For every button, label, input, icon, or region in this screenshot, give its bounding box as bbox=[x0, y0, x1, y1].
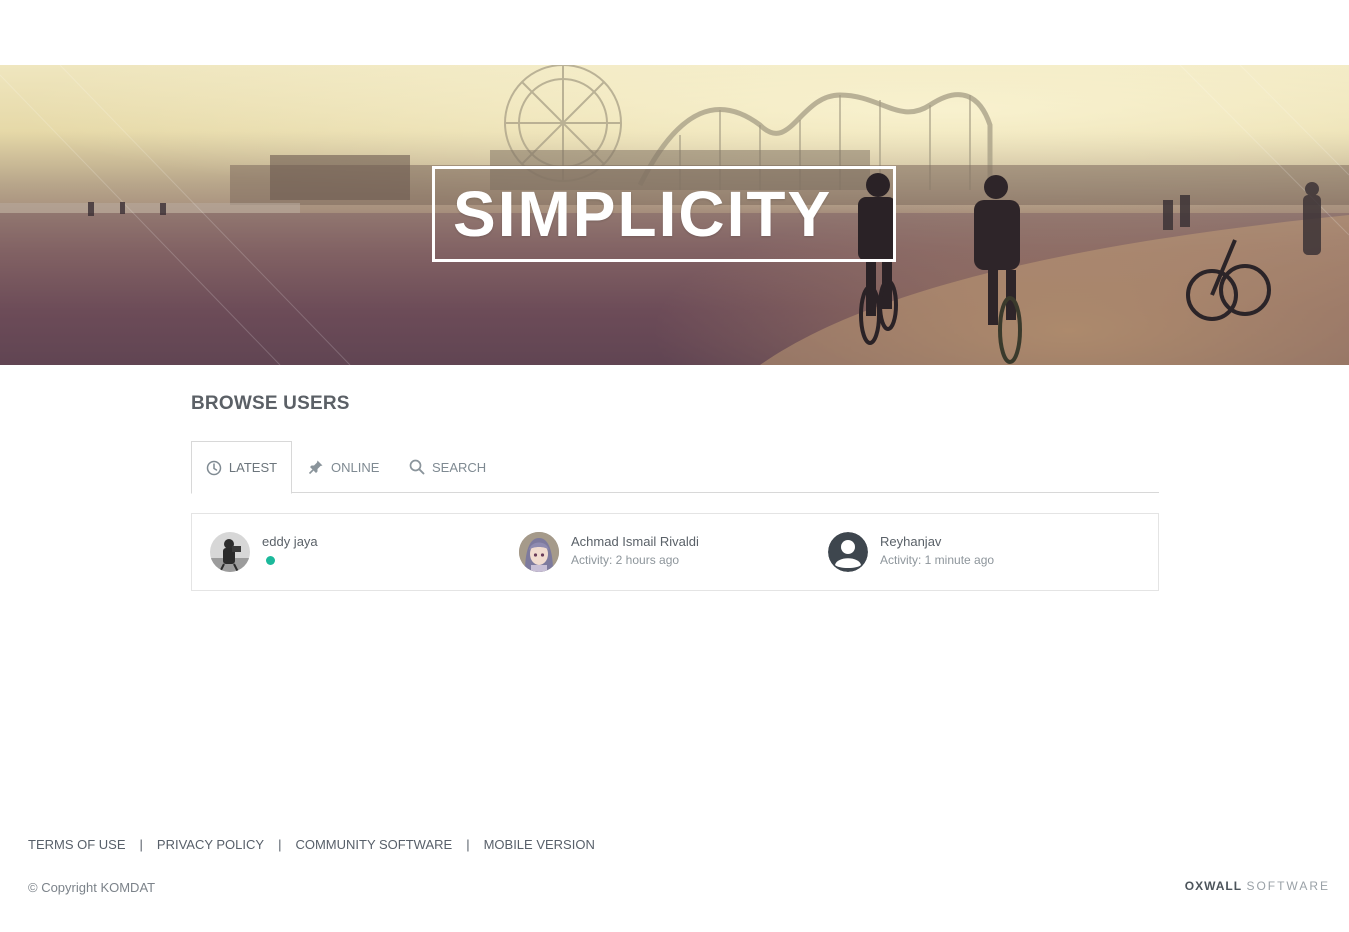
tab-latest[interactable]: LATEST bbox=[191, 441, 292, 494]
tab-online[interactable]: ONLINE bbox=[308, 441, 379, 493]
footer-link-community-software[interactable]: COMMUNITY SOFTWARE bbox=[295, 837, 452, 852]
user-card-reyhanjav: Reyhanjav Activity: 1 minute ago bbox=[828, 532, 994, 574]
footer-link-privacy[interactable]: PRIVACY POLICY bbox=[157, 837, 264, 852]
powered-by-link[interactable]: OXWALL SOFTWARE bbox=[1185, 879, 1330, 893]
user-card-eddy-jaya: eddy jaya bbox=[210, 532, 318, 574]
online-status-dot bbox=[266, 556, 275, 565]
user-name[interactable]: Reyhanjav bbox=[880, 534, 994, 550]
pin-icon bbox=[308, 460, 323, 475]
user-name[interactable]: Achmad Ismail Rivaldi bbox=[571, 534, 699, 550]
search-icon bbox=[409, 459, 425, 475]
browse-tabs: LATEST ONLINE SEARCH bbox=[191, 441, 1159, 494]
photo-avatar-icon bbox=[210, 532, 250, 572]
user-name[interactable]: eddy jaya bbox=[262, 534, 318, 550]
footer-separator: | bbox=[278, 837, 282, 852]
footer-separator: | bbox=[139, 837, 143, 852]
user-card-achmad-ismail-rivaldi: Achmad Ismail Rivaldi Activity: 2 hours … bbox=[519, 532, 699, 574]
default-user-avatar-icon bbox=[828, 532, 868, 572]
copyright-text: © Copyright KOMDAT bbox=[28, 880, 156, 895]
user-avatar[interactable] bbox=[519, 532, 559, 572]
anime-avatar-icon bbox=[519, 532, 559, 572]
clock-icon bbox=[206, 460, 222, 475]
page-title: BROWSE USERS bbox=[191, 393, 350, 414]
footer-link-mobile-version[interactable]: MOBILE VERSION bbox=[484, 837, 595, 852]
user-avatar[interactable] bbox=[210, 532, 250, 572]
powered-suffix: SOFTWARE bbox=[1246, 879, 1330, 893]
site-logo[interactable]: SIMPLICITY bbox=[432, 166, 896, 262]
user-list: eddy jaya Achmad Ismail Rivaldi Activity… bbox=[191, 513, 1159, 591]
user-activity: Activity: 1 minute ago bbox=[880, 553, 995, 567]
tab-search[interactable]: SEARCH bbox=[409, 441, 486, 493]
user-activity: Activity: 2 hours ago bbox=[571, 553, 680, 567]
footer-separator: | bbox=[466, 837, 470, 852]
user-avatar[interactable] bbox=[828, 532, 868, 572]
header-banner: SIMPLICITY bbox=[0, 65, 1349, 365]
footer-links: TERMS OF USE | PRIVACY POLICY | COMMUNIT… bbox=[28, 837, 595, 852]
tab-latest-label: LATEST bbox=[228, 460, 278, 475]
powered-brand: OXWALL bbox=[1184, 879, 1243, 893]
tab-online-label: ONLINE bbox=[331, 459, 380, 475]
footer-link-terms[interactable]: TERMS OF USE bbox=[28, 837, 126, 852]
site-logo-text: SIMPLICITY bbox=[453, 178, 833, 250]
tab-search-label: SEARCH bbox=[432, 459, 487, 475]
